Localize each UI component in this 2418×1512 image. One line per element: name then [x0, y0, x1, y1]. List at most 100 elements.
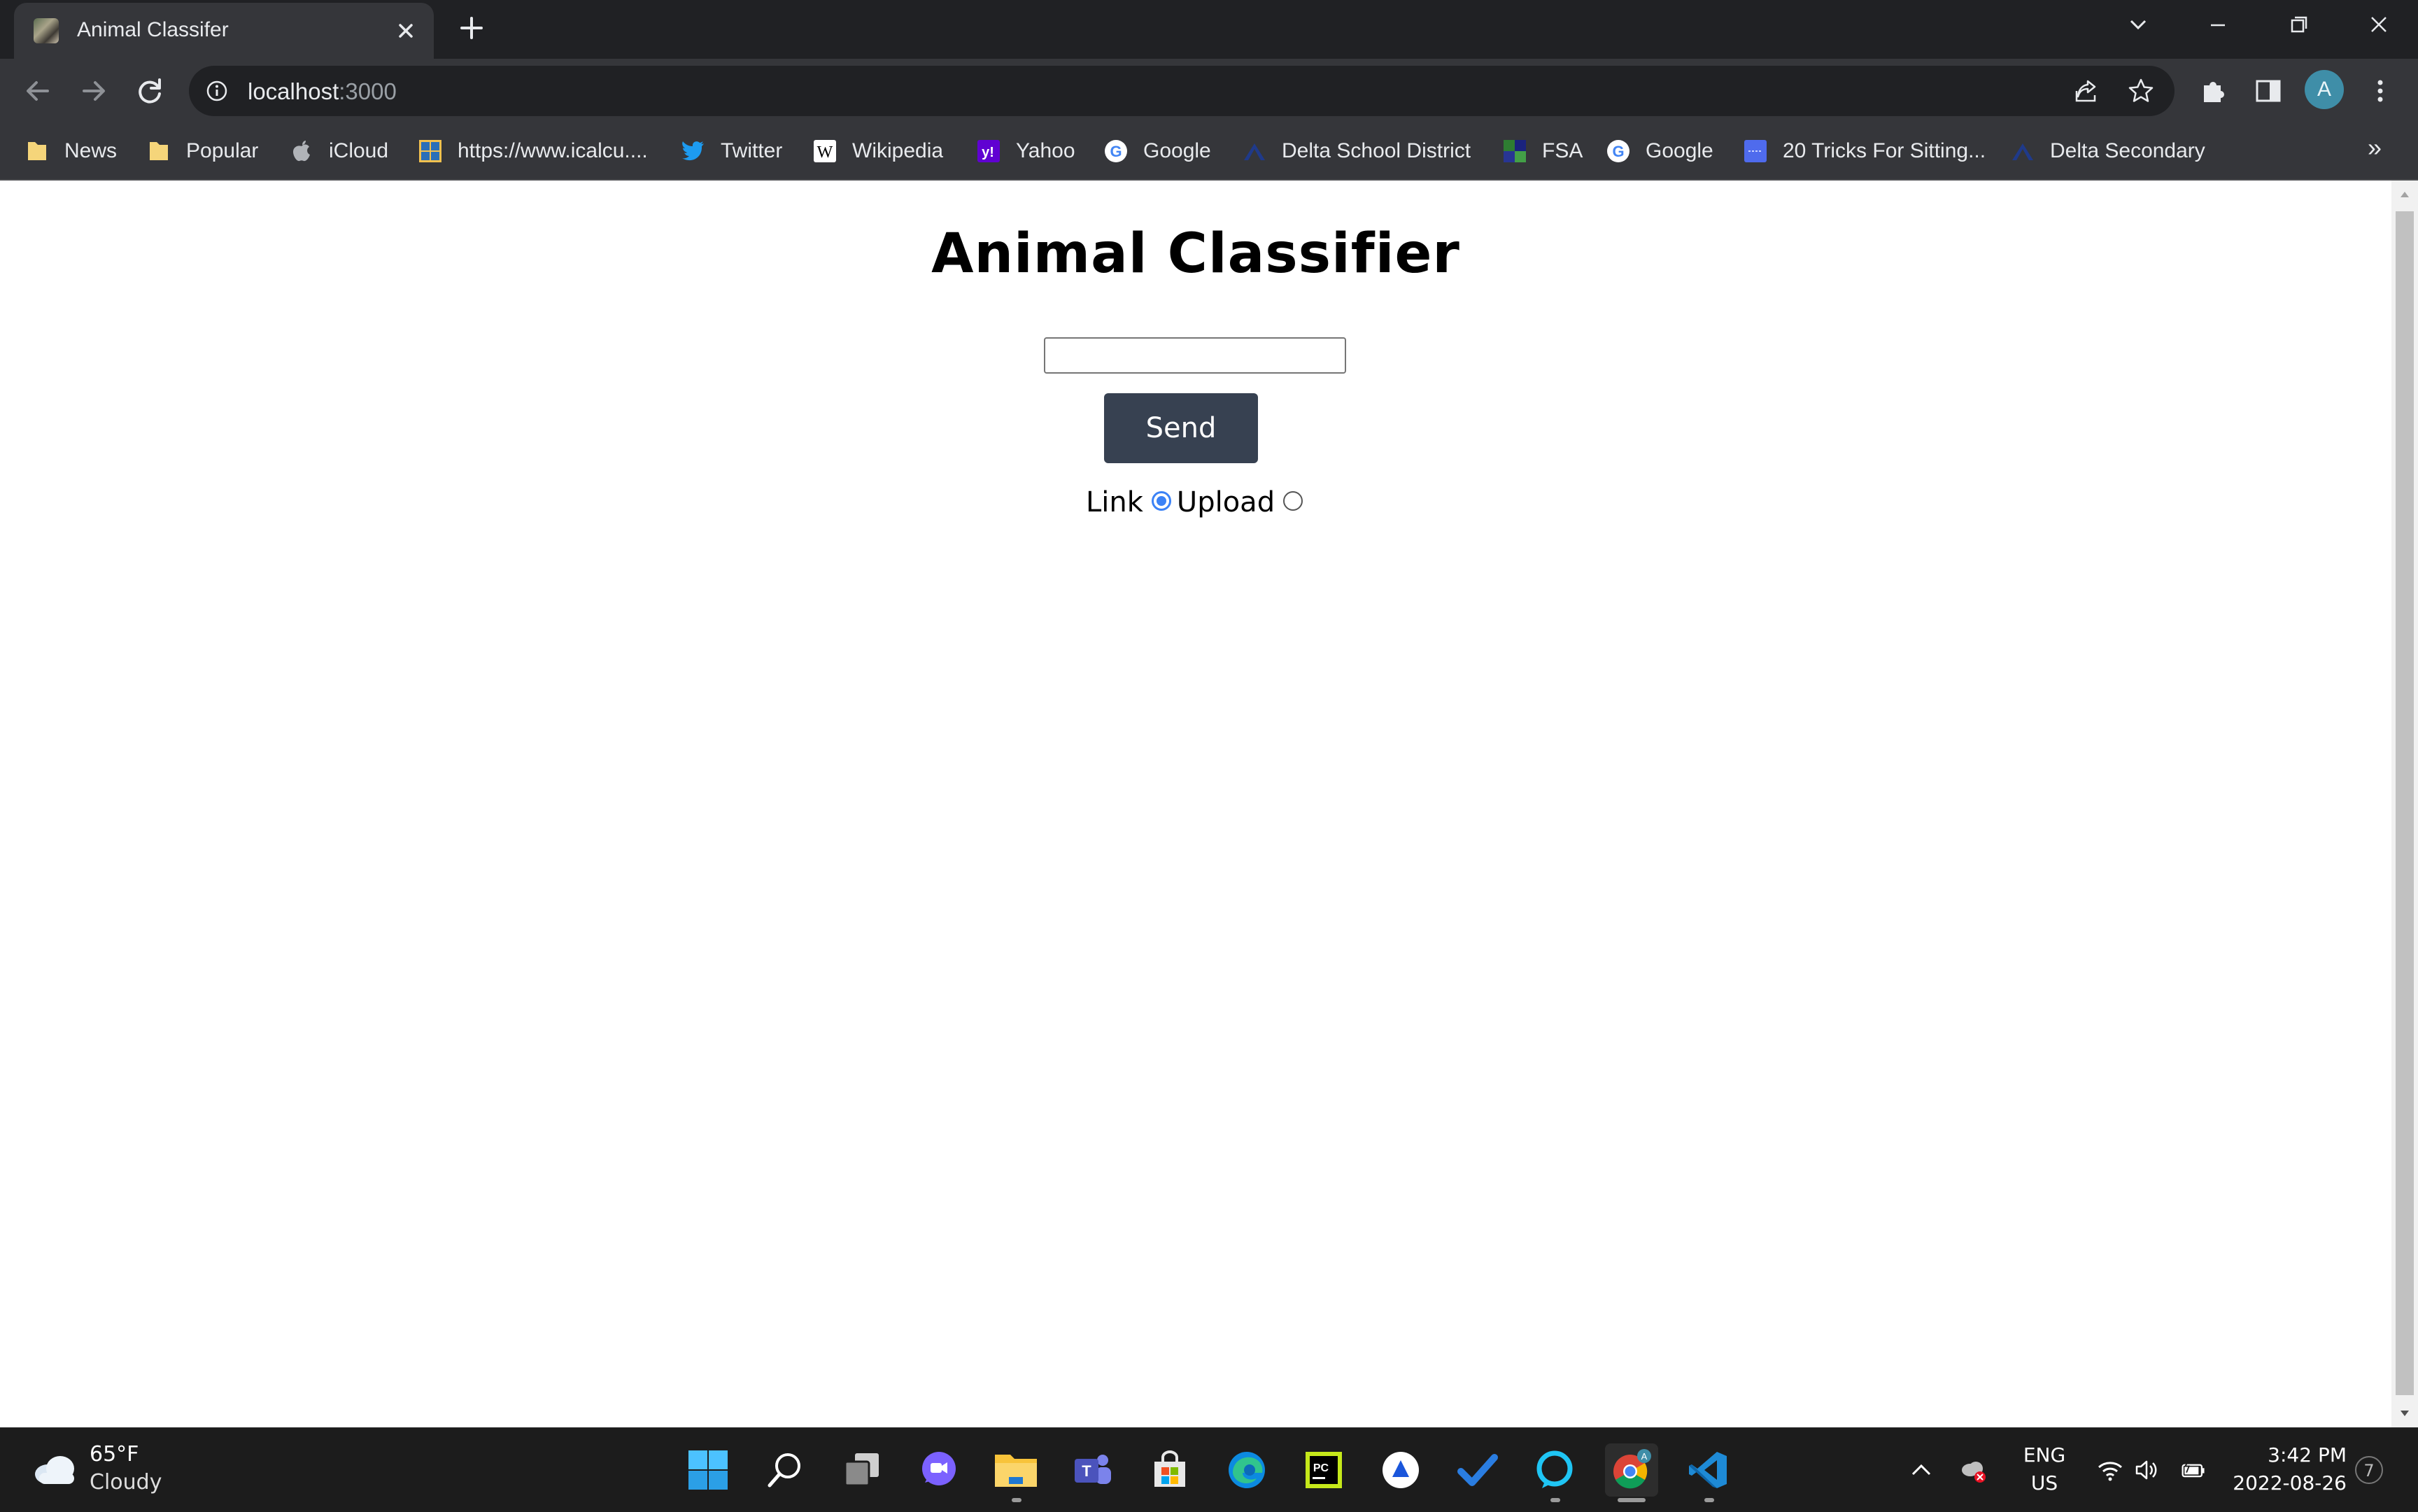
svg-text:G: G [1612, 143, 1624, 160]
page-scrollbar[interactable] [2391, 181, 2418, 1427]
svg-text:W: W [817, 143, 833, 162]
site-info-icon[interactable] [206, 80, 228, 102]
browser-toolbar: localhost:3000 A [0, 59, 2418, 123]
forward-arrow-icon[interactable] [76, 73, 112, 109]
alexa-icon [1536, 1450, 1573, 1488]
wikipedia-icon: W [813, 139, 837, 163]
side-panel-icon[interactable] [2253, 76, 2284, 106]
wifi-icon[interactable] [2096, 1456, 2124, 1484]
svg-text:A: A [1641, 1451, 1648, 1462]
tab-search-icon[interactable] [2117, 11, 2159, 39]
bookmark-label: 20 Tricks For Sitting... [1783, 139, 1986, 162]
bookmark-popular[interactable]: Popular [147, 136, 258, 167]
bookmark-fsa[interactable]: FSA [1503, 136, 1583, 167]
more-bookmarks-chevron-icon[interactable]: » [2368, 133, 2382, 162]
new-tab-icon[interactable] [456, 13, 487, 43]
taskbar-file-explorer[interactable] [989, 1443, 1042, 1497]
edge-icon [1229, 1452, 1265, 1488]
close-tab-icon[interactable] [390, 15, 421, 46]
chat-icon [922, 1452, 956, 1485]
taskbar-app-circle[interactable] [1374, 1443, 1427, 1497]
scrollbar-thumb[interactable] [2396, 211, 2414, 1395]
bookmark-icloud[interactable]: iCloud [290, 136, 388, 167]
bookmark-yahoo[interactable]: y! Yahoo [977, 136, 1075, 167]
folder-icon [25, 139, 49, 163]
taskbar-vscode[interactable] [1682, 1443, 1735, 1497]
radio-upload[interactable] [1283, 491, 1303, 511]
language-indicator-line1[interactable]: ENG [2016, 1443, 2072, 1467]
taskbar-teams[interactable]: T [1066, 1443, 1119, 1497]
yahoo-icon: y! [977, 139, 1001, 163]
svg-text:T: T [1082, 1462, 1091, 1480]
apple-icon [290, 139, 313, 163]
article-icon [1744, 139, 1767, 163]
scroll-down-arrow-icon[interactable] [2398, 1406, 2412, 1420]
checkmark-icon [1457, 1454, 1498, 1486]
google-icon: G [1606, 139, 1630, 163]
bookmark-twitter[interactable]: Twitter [681, 136, 782, 167]
radio-upload-label: Upload [1176, 486, 1275, 518]
bookmark-delta-secondary[interactable]: Delta Secondary [2011, 136, 2205, 167]
bookmark-news[interactable]: News [25, 136, 117, 167]
windows-logo-icon [688, 1450, 728, 1490]
restore-icon[interactable] [2277, 11, 2319, 39]
send-button[interactable]: Send [1104, 393, 1258, 463]
taskbar-alexa[interactable] [1528, 1443, 1581, 1497]
bookmark-20-tricks[interactable]: 20 Tricks For Sitting... [1744, 136, 1986, 167]
close-window-icon[interactable] [2358, 11, 2400, 39]
bookmark-label: Delta School District [1282, 139, 1471, 162]
folder-icon [995, 1455, 1037, 1487]
bookmark-star-icon[interactable] [2127, 77, 2155, 105]
taskbar-pycharm[interactable]: PC [1297, 1443, 1350, 1497]
browser-tab[interactable]: Animal Classifer [14, 3, 434, 59]
radio-link[interactable] [1151, 491, 1171, 511]
taskbar-todo[interactable] [1451, 1443, 1504, 1497]
bookmark-icalcu[interactable]: https://www.icalcu.... [418, 136, 648, 167]
battery-charging-icon[interactable] [2180, 1456, 2208, 1484]
extensions-puzzle-icon[interactable] [2198, 76, 2229, 106]
bookmark-label: Google [1646, 139, 1713, 162]
app-circle-icon [1383, 1452, 1419, 1488]
svg-text:y!: y! [982, 145, 994, 160]
bookmark-delta-school-district[interactable]: Delta School District [1243, 136, 1471, 167]
bookmark-label: Delta Secondary [2050, 139, 2205, 162]
taskbar-chat[interactable] [912, 1443, 966, 1497]
scroll-up-arrow-icon[interactable] [2398, 188, 2412, 202]
bookmark-google-2[interactable]: G Google [1606, 136, 1713, 167]
image-link-input[interactable] [1044, 337, 1346, 374]
volume-icon[interactable] [2133, 1456, 2161, 1484]
page-title: Animal Classifier [931, 222, 1460, 285]
clock-date[interactable]: 2022-08-26 [2229, 1471, 2347, 1495]
onedrive-error-icon[interactable] [1959, 1456, 1987, 1484]
clock-time[interactable]: 3:42 PM [2229, 1443, 2347, 1467]
vscode-icon [1689, 1452, 1727, 1488]
address-bar[interactable]: localhost:3000 [189, 66, 2175, 116]
bookmark-label: News [64, 139, 118, 162]
bookmark-wikipedia[interactable]: W Wikipedia [813, 136, 943, 167]
notification-count-badge[interactable]: 7 [2355, 1456, 2383, 1484]
bookmarks-bar: News Popular iCloud https://www.icalcu..… [0, 123, 2418, 181]
bookmark-label: FSA [1542, 139, 1583, 162]
bookmark-google[interactable]: G Google [1104, 136, 1211, 167]
taskbar-chrome[interactable]: A [1605, 1443, 1658, 1497]
chrome-menu-icon[interactable] [2365, 76, 2396, 106]
back-arrow-icon[interactable] [20, 73, 56, 109]
taskbar-store[interactable] [1143, 1443, 1196, 1497]
reload-icon[interactable] [132, 73, 168, 109]
mode-radio-group: Link Upload [1086, 481, 1308, 523]
delta-icon [2011, 139, 2035, 163]
show-hidden-icons-chevron-icon[interactable] [1907, 1456, 1935, 1484]
start-button[interactable] [681, 1443, 735, 1497]
weather-description: Cloudy [90, 1470, 162, 1495]
profile-avatar[interactable]: A [2305, 70, 2344, 109]
taskbar-edge[interactable] [1220, 1443, 1273, 1497]
taskbar-search-button[interactable] [758, 1443, 812, 1497]
active-indicator [1618, 1498, 1646, 1502]
task-view-button[interactable] [835, 1443, 889, 1497]
share-icon[interactable] [2072, 77, 2100, 105]
calculator-icon [418, 139, 442, 163]
cloudy-weather-icon[interactable] [31, 1449, 78, 1488]
bookmark-label: Google [1143, 139, 1211, 162]
minimize-icon[interactable] [2197, 11, 2239, 39]
language-indicator-line2[interactable]: US [2016, 1471, 2072, 1495]
